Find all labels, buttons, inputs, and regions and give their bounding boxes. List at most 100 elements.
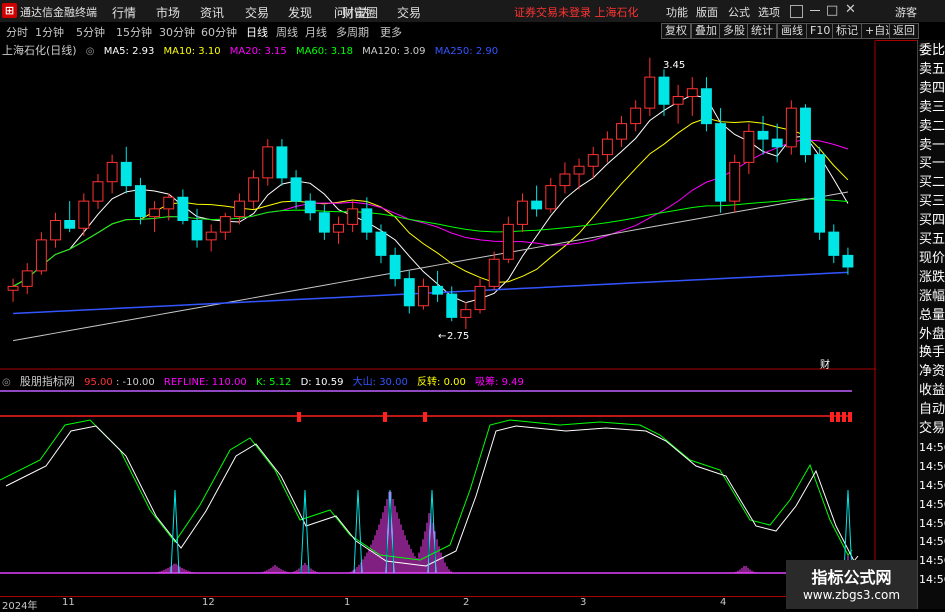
candle-body[interactable] <box>50 220 61 241</box>
candle-body[interactable] <box>134 185 146 218</box>
minimize-icon[interactable] <box>810 10 820 11</box>
candle-body[interactable] <box>531 200 543 210</box>
candle-body[interactable] <box>304 200 316 214</box>
candlestick-chart[interactable]: 3.403.303.203.103.002.902.802.70 3.45 2.… <box>0 40 876 370</box>
sidebar-item-13[interactable]: 涨幅 <box>919 288 945 305</box>
period-15min[interactable]: 15分钟 <box>116 24 152 40</box>
candle-body[interactable] <box>21 270 33 287</box>
candle-body[interactable] <box>743 130 755 163</box>
menu-wealth[interactable]: 财富圈 <box>342 4 378 21</box>
period-monthly[interactable]: 月线 <box>305 24 327 40</box>
candle-body[interactable] <box>276 146 288 179</box>
candle-body[interactable] <box>488 258 500 287</box>
candle-body[interactable] <box>630 107 642 125</box>
sidebar-item-14[interactable]: 总量 <box>919 307 945 324</box>
candle-body[interactable] <box>502 223 514 260</box>
maximize-icon[interactable]: □ <box>826 3 838 18</box>
menu-layout[interactable]: 版面 <box>696 4 718 20</box>
period-daily[interactable]: 日线 <box>246 24 268 40</box>
candle-body[interactable] <box>120 161 132 187</box>
sidebar-item-20[interactable]: 交易 <box>919 420 945 437</box>
candle-body[interactable] <box>658 76 670 105</box>
menu-discover[interactable]: 发现 <box>288 4 312 21</box>
sidebar-item-26[interactable]: 14:56 <box>919 533 945 550</box>
candle-body[interactable] <box>177 196 189 221</box>
candle-body[interactable] <box>785 107 797 148</box>
candle-body[interactable] <box>757 130 769 140</box>
candle-body[interactable] <box>417 285 429 307</box>
candle-body[interactable] <box>92 181 104 202</box>
candle-body[interactable] <box>149 208 161 218</box>
candle-body[interactable] <box>318 212 330 233</box>
candle-body[interactable] <box>587 154 599 167</box>
candle-body[interactable] <box>573 165 585 175</box>
sidebar-item-27[interactable]: 14:56 <box>919 552 945 569</box>
sidebar-item-7[interactable]: 买二 <box>919 174 945 191</box>
menu-trade-2[interactable]: 交易 <box>397 4 421 21</box>
candle-body[interactable] <box>828 231 840 256</box>
menu-trade[interactable]: 交易 <box>245 4 269 21</box>
candle-body[interactable] <box>78 200 90 229</box>
candle-body[interactable] <box>163 196 175 210</box>
candle-body[interactable] <box>814 154 826 233</box>
menu-options[interactable]: 选项 <box>758 4 780 20</box>
sidebar-item-8[interactable]: 买三 <box>919 193 945 210</box>
candle-body[interactable] <box>333 223 344 233</box>
candle-body[interactable] <box>234 200 245 218</box>
candle-body[interactable] <box>771 138 783 148</box>
candle-body[interactable] <box>644 76 656 109</box>
candle-body[interactable] <box>842 254 854 268</box>
candle-body[interactable] <box>800 107 811 156</box>
period-weekly[interactable]: 周线 <box>276 24 298 40</box>
f10-button[interactable]: F10 <box>806 23 835 39</box>
candle-body[interactable] <box>601 138 613 156</box>
candle-body[interactable] <box>559 173 571 187</box>
sidebar-item-6[interactable]: 买一 <box>919 155 945 172</box>
candle-body[interactable] <box>672 96 684 105</box>
candle-body[interactable] <box>686 88 698 97</box>
sidebar-item-3[interactable]: 卖三 <box>919 99 945 116</box>
sidebar-item-28[interactable]: 14:56 <box>919 571 945 588</box>
candle-body[interactable] <box>7 285 19 291</box>
menu-exchange[interactable]: 市场 <box>156 4 180 21</box>
overlay-button[interactable]: 叠加 <box>691 23 721 39</box>
indicator-toggle-icon[interactable]: ◎ <box>2 377 11 388</box>
sidebar-item-4[interactable]: 卖二 <box>919 118 945 135</box>
sidebar-item-11[interactable]: 现价 <box>919 250 945 267</box>
stats-button[interactable]: 统计 <box>747 23 777 39</box>
guest-label[interactable]: 游客 <box>895 4 917 20</box>
sidebar-item-24[interactable]: 14:56 <box>919 496 945 513</box>
sidebar-item-2[interactable]: 卖四 <box>919 80 945 97</box>
candle-body[interactable] <box>375 231 387 256</box>
sidebar-item-15[interactable]: 外盘 <box>919 326 945 343</box>
period-60min[interactable]: 60分钟 <box>201 24 237 40</box>
mark-button[interactable]: 标记 <box>832 23 862 39</box>
candle-body[interactable] <box>64 220 76 229</box>
period-more[interactable]: 更多 <box>380 24 402 40</box>
sidebar-item-25[interactable]: 14:56 <box>919 515 945 532</box>
candle-body[interactable] <box>403 278 415 307</box>
draw-line-button[interactable]: 画线 <box>777 23 807 39</box>
sidebar-item-5[interactable]: 卖一 <box>919 137 945 154</box>
candle-body[interactable] <box>262 146 274 179</box>
sidebar-item-23[interactable]: 14:56 <box>919 477 945 494</box>
period-intraday[interactable]: 分时 <box>6 24 28 40</box>
candle-body[interactable] <box>616 123 627 140</box>
candle-body[interactable] <box>517 200 528 225</box>
sidebar-item-18[interactable]: 收益 <box>919 382 945 399</box>
sidebar-item-10[interactable]: 买五 <box>919 231 945 248</box>
sidebar-item-21[interactable]: 14:56 <box>919 439 945 456</box>
candle-body[interactable] <box>545 185 557 210</box>
candle-body[interactable] <box>460 309 472 318</box>
sidebar-item-1[interactable]: 卖五 <box>919 61 945 78</box>
sidebar-item-19[interactable]: 自动 <box>919 401 945 418</box>
candle-body[interactable] <box>361 208 373 233</box>
candle-body[interactable] <box>205 231 217 241</box>
period-30min[interactable]: 30分钟 <box>159 24 195 40</box>
candle-body[interactable] <box>729 161 741 202</box>
menu-market[interactable]: 行情 <box>112 4 136 21</box>
candle-body[interactable] <box>191 220 203 241</box>
candle-body[interactable] <box>432 285 444 295</box>
restore-icon[interactable] <box>790 5 803 18</box>
sidebar-item-17[interactable]: 净资 <box>919 363 945 380</box>
